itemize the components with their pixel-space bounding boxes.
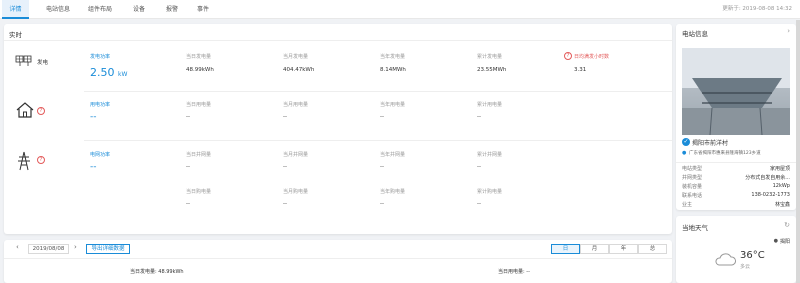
station-address: 广东省揭阳市惠来县隆海镇123乡道 bbox=[689, 151, 761, 156]
gen-stat-value-year: 8.14MWh bbox=[380, 67, 406, 73]
tab-module-layout[interactable]: 组件布局 bbox=[88, 0, 112, 19]
grid-import-value-day: -- bbox=[186, 201, 190, 207]
verified-icon: ✓ bbox=[682, 138, 690, 146]
tab-alarms[interactable]: 报警 bbox=[166, 0, 178, 19]
next-date-icon[interactable]: › bbox=[74, 243, 77, 251]
grid-import-label-total: 累计购电量 bbox=[477, 189, 503, 195]
usage-power-value: -- bbox=[90, 112, 97, 122]
location-pin-icon: ● bbox=[773, 238, 778, 244]
station-info-card: 电站信息 › ✓ 揭阳市前洋村 ● 广东省揭阳市惠来县隆海镇123乡道 电站类型… bbox=[676, 24, 796, 210]
info-value: 分布式自发自用余... bbox=[745, 175, 790, 181]
grid-import-label-year: 当年购电量 bbox=[380, 189, 406, 195]
info-key: 联系电话 bbox=[682, 193, 703, 199]
grid-import-value-total: -- bbox=[477, 201, 481, 207]
history-use-summary: 当日用电量: -- bbox=[498, 269, 530, 275]
gen-stat-label-year: 当年发电量 bbox=[380, 54, 406, 60]
chevron-right-icon[interactable]: › bbox=[787, 27, 790, 35]
info-key: 并网类型 bbox=[682, 175, 703, 181]
history-card: ‹ 2019/08/08 › 导出详细数据 日 月 年 总 当日发电量: 48.… bbox=[4, 240, 672, 283]
info-key: 电站类型 bbox=[682, 166, 703, 172]
grid-import-value-year: -- bbox=[380, 201, 384, 207]
scrollbar[interactable] bbox=[796, 20, 800, 283]
grid-power-label: 电网功率 bbox=[90, 152, 111, 158]
use-stat-value-month: -- bbox=[283, 114, 287, 120]
use-stat-label-month: 当月用电量 bbox=[283, 102, 309, 108]
realtime-title: 实时 bbox=[9, 31, 22, 39]
date-picker[interactable]: 2019/08/08 bbox=[28, 244, 69, 254]
station-info-title: 电站信息 bbox=[682, 30, 708, 38]
grid-export-label-total: 累计并网量 bbox=[477, 152, 503, 158]
export-button[interactable]: 导出详细数据 bbox=[86, 244, 130, 254]
gen-stat-label-month: 当月发电量 bbox=[283, 54, 309, 60]
help-icon[interactable]: ? bbox=[564, 52, 572, 60]
weather-title: 当地天气 bbox=[682, 224, 708, 232]
grid-help-icon[interactable]: ? bbox=[37, 156, 45, 164]
grid-export-label-day: 当日并网量 bbox=[186, 152, 212, 158]
usage-power-label: 用电功率 bbox=[90, 102, 111, 108]
period-month-button[interactable]: 月 bbox=[580, 244, 609, 254]
cloud-icon bbox=[715, 253, 736, 266]
weather-desc: 多云 bbox=[740, 264, 751, 270]
solar-panel-icon bbox=[15, 55, 32, 66]
history-gen-summary: 当日发电量: 48.99kWh bbox=[130, 269, 184, 275]
period-day-button[interactable]: 日 bbox=[551, 244, 580, 254]
generation-power-value: 2.50 kW bbox=[90, 66, 128, 79]
grid-export-value-day: -- bbox=[186, 164, 190, 170]
generation-power-label: 发电功率 bbox=[90, 54, 111, 60]
home-icon bbox=[16, 102, 34, 118]
gen-stat-label-hours: 日均满发小时数 bbox=[574, 54, 610, 60]
use-stat-value-day: -- bbox=[186, 114, 190, 120]
tab-station-info[interactable]: 电站信息 bbox=[46, 0, 70, 19]
grid-export-value-total: -- bbox=[477, 164, 481, 170]
weather-temp: 36°C bbox=[740, 250, 765, 261]
weather-location: 揭阳 bbox=[779, 239, 790, 245]
info-value: 12kWp bbox=[772, 183, 790, 189]
location-pin-icon: ● bbox=[682, 150, 687, 156]
use-stat-value-total: -- bbox=[477, 114, 481, 120]
use-stat-value-year: -- bbox=[380, 114, 384, 120]
grid-import-label-day: 当日购电量 bbox=[186, 189, 212, 195]
gen-stat-label-total: 累计发电量 bbox=[477, 54, 503, 60]
info-value: 家用屋顶 bbox=[769, 166, 790, 172]
info-key: 装机容量 bbox=[682, 184, 703, 190]
grid-export-label-month: 当月并网量 bbox=[283, 152, 309, 158]
station-photo bbox=[682, 48, 790, 135]
gen-stat-value-day: 48.99kWh bbox=[186, 67, 214, 73]
grid-power-value: -- bbox=[90, 162, 97, 172]
generation-label: 发电 bbox=[37, 60, 49, 66]
use-stat-label-day: 当日用电量 bbox=[186, 102, 212, 108]
grid-export-value-year: -- bbox=[380, 164, 384, 170]
weather-card: 当地天气 ↻ ● 揭阳 36°C 多云 bbox=[676, 216, 796, 283]
tab-devices[interactable]: 设备 bbox=[133, 0, 145, 19]
grid-export-value-month: -- bbox=[283, 164, 287, 170]
gen-stat-value-total: 23.55MWh bbox=[477, 67, 507, 73]
grid-import-value-month: -- bbox=[283, 201, 287, 207]
grid-import-label-month: 当月购电量 bbox=[283, 189, 309, 195]
info-value: 138-0232-1773 bbox=[751, 192, 790, 198]
top-tab-bar: 详情 电站信息 组件布局 设备 报警 事件 更新于: 2019-08-08 14… bbox=[0, 0, 800, 19]
tab-details[interactable]: 详情 bbox=[2, 0, 29, 19]
prev-date-icon[interactable]: ‹ bbox=[16, 243, 19, 251]
use-stat-label-year: 当年用电量 bbox=[380, 102, 406, 108]
power-tower-icon bbox=[18, 151, 30, 171]
info-key: 业主 bbox=[682, 202, 693, 208]
realtime-card: 实时 发电 发电功率 2.50 kW 当日发电量 48.99kWh 当月发电量 … bbox=[4, 24, 672, 234]
refresh-icon[interactable]: ↻ bbox=[784, 221, 790, 229]
gen-stat-value-month: 404.47kWh bbox=[283, 67, 315, 73]
grid-export-label-year: 当年并网量 bbox=[380, 152, 406, 158]
gen-stat-value-hours: 3.31 bbox=[574, 67, 587, 73]
info-row-owner: 业主 林宝鑫 bbox=[676, 201, 796, 211]
period-total-button[interactable]: 总 bbox=[638, 244, 667, 254]
info-value: 林宝鑫 bbox=[774, 202, 790, 208]
gen-stat-label-day: 当日发电量 bbox=[186, 54, 212, 60]
updated-time: 更新于: 2019-08-08 14:32 bbox=[722, 6, 792, 12]
period-year-button[interactable]: 年 bbox=[609, 244, 638, 254]
station-name: 揭阳市前洋村 bbox=[692, 140, 729, 147]
tab-events[interactable]: 事件 bbox=[197, 0, 209, 19]
use-stat-label-total: 累计用电量 bbox=[477, 102, 503, 108]
usage-help-icon[interactable]: ? bbox=[37, 107, 45, 115]
